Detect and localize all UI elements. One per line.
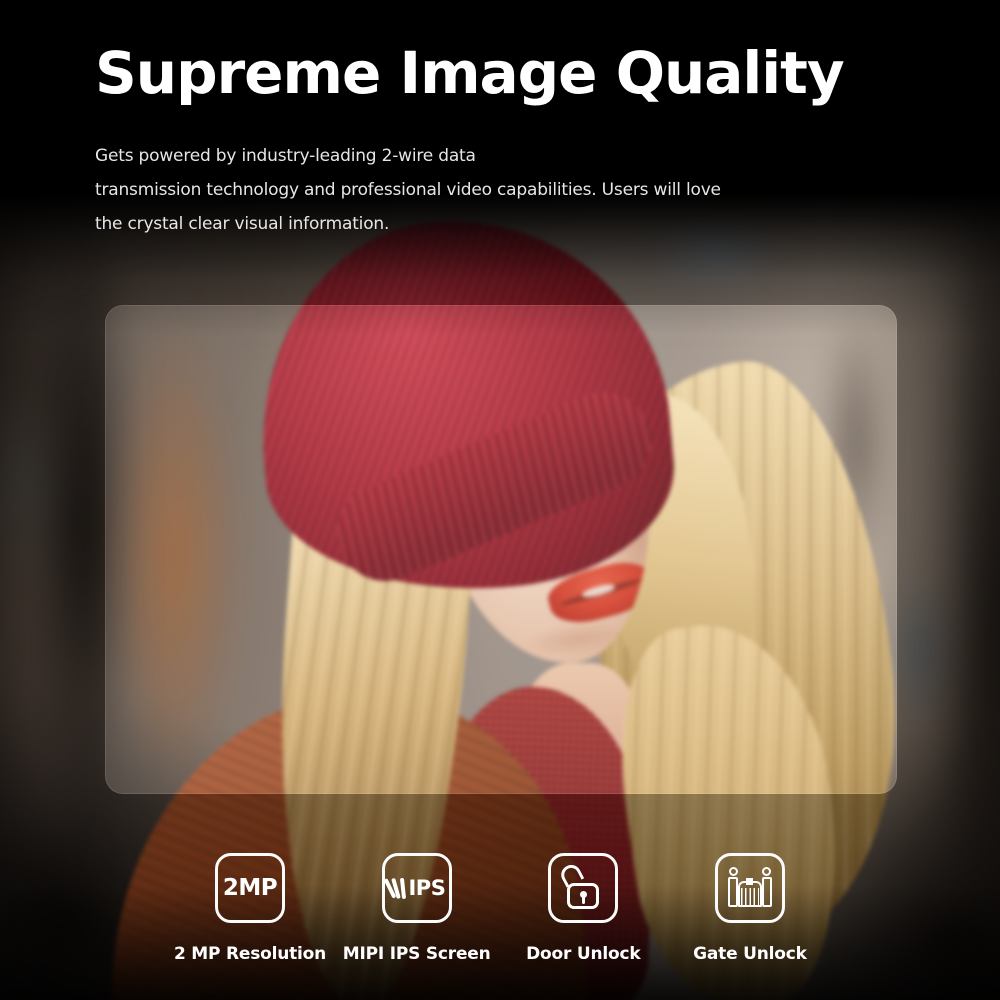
open-padlock-glyph <box>565 879 601 909</box>
feature-gate-unlock: Gate Unlock <box>680 853 820 964</box>
gate-unlock-icon <box>715 853 785 923</box>
feature-2mp-resolution: 2MP 2 MP Resolution <box>180 853 320 964</box>
feature-row: 2MP 2 MP Resolution IPS MIPI IPS Screen <box>180 853 820 964</box>
ips-badge-text: IPS <box>408 876 445 900</box>
ips-stroke <box>400 877 406 898</box>
ips-glyph: IPS <box>388 876 445 900</box>
feature-label: Door Unlock <box>526 944 640 964</box>
description-line: transmission technology and professional… <box>95 173 721 207</box>
gate-post <box>728 877 738 907</box>
gate-post-cap <box>762 867 771 876</box>
feature-label: MIPI IPS Screen <box>343 944 491 964</box>
feature-label: Gate Unlock <box>693 944 807 964</box>
keyhole-stem <box>582 896 585 904</box>
description-line: Gets powered by industry-leading 2-wire … <box>95 139 721 173</box>
padlock-body <box>567 883 599 909</box>
2mp-badge-icon: 2MP <box>215 853 285 923</box>
gate-post <box>762 877 772 907</box>
description-line: the crystal clear visual information. <box>95 207 721 241</box>
gate-latch <box>746 878 753 885</box>
gate-glyph <box>727 867 773 909</box>
promo-page: Supreme Image Quality Gets powered by in… <box>0 0 1000 1000</box>
page-title: Supreme Image Quality <box>95 40 844 106</box>
2mp-badge-text: 2MP <box>223 875 277 901</box>
gate-bars <box>741 888 759 905</box>
page-description: Gets powered by industry-leading 2-wire … <box>95 139 721 241</box>
gate-post-cap <box>729 867 738 876</box>
feature-mipi-ips-screen: IPS MIPI IPS Screen <box>347 853 487 964</box>
mipi-ips-screen-icon: IPS <box>382 853 452 923</box>
door-unlock-icon <box>548 853 618 923</box>
feature-label: 2 MP Resolution <box>174 944 326 964</box>
feature-door-unlock: Door Unlock <box>513 853 653 964</box>
